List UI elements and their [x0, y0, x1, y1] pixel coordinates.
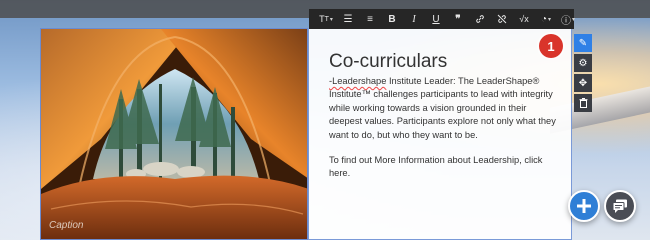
bullet-list-icon[interactable]: ☰ [337, 9, 359, 29]
info-icon[interactable]: ⓘ ▾ [557, 9, 579, 29]
unlink-icon[interactable] [491, 9, 513, 29]
step-number-badge: 1 [539, 34, 563, 58]
plus-icon [577, 199, 591, 213]
link-icon[interactable] [469, 9, 491, 29]
underline-icon[interactable]: U [425, 9, 447, 29]
numbered-list-icon[interactable]: ≡ [359, 9, 381, 29]
quote-icon[interactable]: ❞ [447, 9, 469, 29]
block-actions: ✎ ⚙ ✥ [574, 34, 592, 112]
delete-icon[interactable] [574, 94, 592, 112]
editor-body[interactable]: -Leadershape Institute Leader: The Leade… [329, 75, 561, 193]
paragraph-more-info[interactable]: To find out More Information about Leade… [329, 154, 561, 181]
image-caption[interactable]: Caption [49, 220, 83, 231]
image-block[interactable]: Caption [40, 28, 308, 240]
color-icon[interactable]: ◔ ▾ [535, 9, 557, 29]
chat-button[interactable] [604, 190, 636, 222]
text-editor-block[interactable]: Co-curriculars -Leadershape Institute Le… [308, 28, 572, 240]
tent-photo [41, 29, 307, 239]
move-icon[interactable]: ✥ [574, 74, 592, 92]
formula-icon[interactable]: √x [513, 9, 535, 29]
section-heading[interactable]: Co-curriculars [329, 51, 447, 73]
italic-icon[interactable]: I [403, 9, 425, 29]
edit-icon[interactable]: ✎ [574, 34, 592, 52]
chat-icon [612, 199, 627, 213]
font-size-icon[interactable]: T T ▾ [315, 9, 337, 29]
misspelled-word: -Leadershape [329, 76, 387, 86]
text-format-toolbar: T T ▾ ☰ ≡ B I U ❞ √x ◔ ▾ ⓘ ▾ [309, 9, 575, 29]
add-block-button[interactable] [568, 190, 600, 222]
settings-icon[interactable]: ⚙ [574, 54, 592, 72]
bold-icon[interactable]: B [381, 9, 403, 29]
paragraph-leadershape[interactable]: -Leadershape Institute Leader: The Leade… [329, 75, 561, 142]
